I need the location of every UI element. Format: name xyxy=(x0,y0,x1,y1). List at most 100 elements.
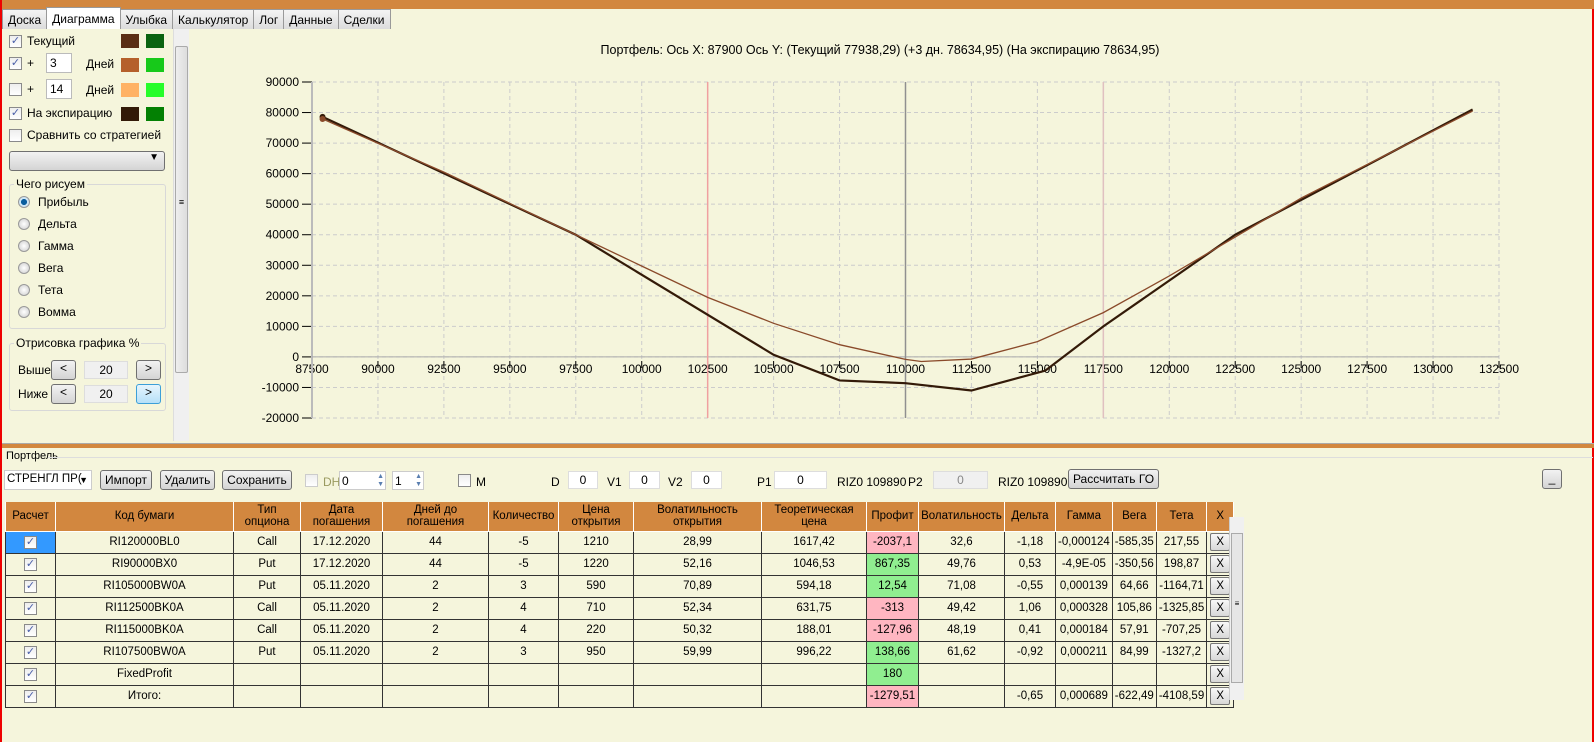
table-cell: 52,34 xyxy=(633,596,762,620)
splitter[interactable] xyxy=(2,443,1594,448)
y-tick-label: 20000 xyxy=(266,289,300,303)
column-header[interactable]: Расчет xyxy=(5,502,56,532)
p2-input[interactable]: 0 xyxy=(933,471,988,489)
column-header[interactable]: Цена открытия xyxy=(558,502,634,532)
table-row[interactable]: ✓ RI105000BW0A Put 05.11.2020 2 3 590 70,89 594,… xyxy=(5,574,1235,598)
y-tick-label: -20000 xyxy=(262,411,300,425)
y-tick-label: 70000 xyxy=(266,136,300,150)
v2-input[interactable]: 0 xyxy=(691,471,722,489)
spin1-input[interactable]: 0 ▲ ▼ xyxy=(339,471,386,490)
table-cell xyxy=(233,662,301,686)
table-cell xyxy=(558,662,634,686)
calculate-margin-button[interactable]: Рассчитать ГО xyxy=(1068,469,1159,489)
table-row[interactable]: ✓ Итого: -1279,51 -0,65 0,000689 -622,49 -4108… xyxy=(5,684,1235,708)
d-input[interactable]: 0 xyxy=(568,471,598,489)
table-row[interactable]: ✓ RI115000BK0A Call 05.11.2020 2 4 220 50,32 188… xyxy=(5,618,1235,642)
spin-arrows-icon[interactable]: ▲ ▼ xyxy=(377,473,384,489)
remove-row-button[interactable]: X xyxy=(1210,687,1231,705)
remove-row-button[interactable]: X xyxy=(1210,621,1231,639)
calc-checkbox-cell[interactable]: ✓ xyxy=(5,596,56,620)
table-row[interactable]: ✓ FixedProfit 180 X xyxy=(5,662,1235,686)
table-row[interactable]: ✓ RI107500BW0A Put 05.11.2020 2 3 950 59,99 996,… xyxy=(5,640,1235,664)
table-cell: 710 xyxy=(558,596,634,620)
v1-input[interactable]: 0 xyxy=(629,471,660,489)
dh-checkbox[interactable] xyxy=(305,474,318,487)
table-cell: 12,54 xyxy=(866,574,919,598)
d-label: D xyxy=(551,475,560,489)
table-cell: 0,000211 xyxy=(1055,640,1113,664)
table-cell xyxy=(761,684,867,708)
scrollbar-thumb[interactable]: ≡ xyxy=(1231,533,1243,683)
column-header[interactable]: Количество xyxy=(488,502,559,532)
calc-checkbox-cell[interactable]: ✓ xyxy=(5,530,56,554)
delete-button[interactable]: Удалить xyxy=(160,470,215,490)
chevron-down-icon: ▼ xyxy=(79,475,88,485)
remove-row-button[interactable]: X xyxy=(1210,577,1231,595)
column-header[interactable]: Тип опциона xyxy=(233,502,301,532)
table-cell: Call xyxy=(233,596,301,620)
spin-arrows-icon[interactable]: ▲ ▼ xyxy=(415,473,422,489)
table-cell: -4,9E-05 xyxy=(1055,552,1113,576)
table-row[interactable]: ✓ RI90000BX0 Put 17.12.2020 44 -5 1220 52,16 104… xyxy=(5,552,1235,576)
column-header[interactable]: Дельта xyxy=(1004,502,1056,532)
table-cell: 217,55 xyxy=(1155,530,1208,554)
table-cell: 0,53 xyxy=(1004,552,1056,576)
calc-checkbox-cell[interactable]: ✓ xyxy=(5,552,56,576)
table-cell: 1046,53 xyxy=(761,552,867,576)
remove-row-button[interactable]: X xyxy=(1210,665,1231,683)
table-cell: 05.11.2020 xyxy=(300,618,383,642)
table-cell: 0,000184 xyxy=(1055,618,1113,642)
table-cell: 220 xyxy=(558,618,634,642)
column-header[interactable]: Тета xyxy=(1155,502,1208,532)
p1-input[interactable]: 0 xyxy=(774,471,827,489)
remove-row-button[interactable]: X xyxy=(1210,599,1231,617)
column-header[interactable]: Код бумаги xyxy=(55,502,234,532)
column-header[interactable]: Вега xyxy=(1111,502,1157,532)
y-tick-label: 10000 xyxy=(266,319,300,333)
table-cell xyxy=(1004,662,1056,686)
remove-row-button[interactable]: X xyxy=(1210,643,1231,661)
save-button[interactable]: Сохранить xyxy=(222,470,292,490)
table-cell: 28,99 xyxy=(633,530,762,554)
profit-chart[interactable]: 8750090000925009500097500100000102500105… xyxy=(2,0,1594,442)
calc-checkbox-cell[interactable]: ✓ xyxy=(5,662,56,686)
table-cell xyxy=(633,662,762,686)
remove-row-button[interactable]: X xyxy=(1210,555,1231,573)
import-button[interactable]: Импорт xyxy=(100,470,152,490)
minimize-button[interactable]: _ xyxy=(1542,469,1562,489)
remove-row-button[interactable]: X xyxy=(1210,533,1231,551)
x-tick-label: 100000 xyxy=(622,362,662,376)
table-cell: 3 xyxy=(488,640,559,664)
table-cell: Call xyxy=(233,530,301,554)
table-cell: -1327,2 xyxy=(1155,640,1208,664)
spin2-input[interactable]: 1 ▲ ▼ xyxy=(392,471,424,490)
p2-label: P2 xyxy=(908,475,923,489)
series-start-point xyxy=(319,115,326,122)
table-row[interactable]: ✓ RI112500BK0A Call 05.11.2020 2 4 710 52,34 631… xyxy=(5,596,1235,620)
column-header[interactable]: Дней до погашения xyxy=(382,502,489,532)
strategy-select[interactable]: СТРЕНГЛ ПР(▼ xyxy=(4,470,92,490)
column-header[interactable]: Волатильность открытия xyxy=(633,502,762,532)
table-cell: RI112500BK0A xyxy=(55,596,234,620)
column-header[interactable]: Гамма xyxy=(1055,502,1113,532)
table-cell: 2 xyxy=(382,618,489,642)
table-cell: 32,6 xyxy=(918,530,1005,554)
table-cell xyxy=(633,684,762,708)
column-header[interactable]: Дата погашения xyxy=(300,502,383,532)
calc-checkbox-cell[interactable]: ✓ xyxy=(5,574,56,598)
portfolio-table: Расчет Код бумаги Тип опциона Дата погашени… xyxy=(5,502,1235,708)
calc-checkbox-cell[interactable]: ✓ xyxy=(5,618,56,642)
table-scrollbar[interactable]: ≡ xyxy=(1229,517,1244,700)
column-header[interactable]: Профит xyxy=(866,502,919,532)
m-checkbox[interactable] xyxy=(458,474,471,487)
table-cell: -4108,59 xyxy=(1155,684,1208,708)
column-header[interactable]: Волатильность xyxy=(918,502,1005,532)
calc-checkbox-cell[interactable]: ✓ xyxy=(5,640,56,664)
table-cell: 71,08 xyxy=(918,574,1005,598)
table-row[interactable]: ✓ RI120000BL0 Call 17.12.2020 44 -5 1210 28,99 1… xyxy=(5,530,1235,554)
table-cell: -1279,51 xyxy=(866,684,919,708)
table-cell: 50,32 xyxy=(633,618,762,642)
table-cell: 1617,42 xyxy=(761,530,867,554)
column-header[interactable]: Теоретическая цена xyxy=(761,502,867,532)
calc-checkbox-cell[interactable]: ✓ xyxy=(5,684,56,708)
